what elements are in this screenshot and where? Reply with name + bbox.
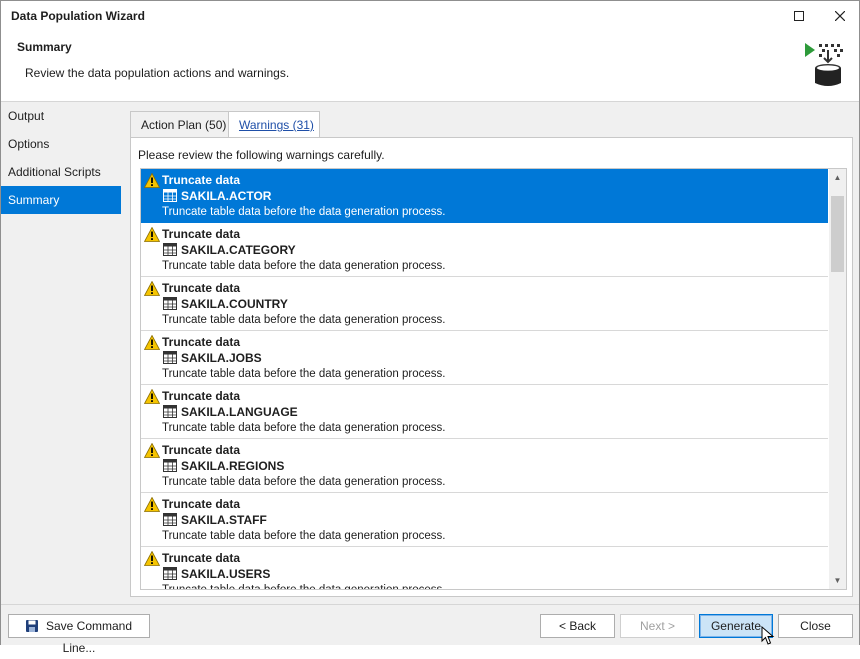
table-icon — [163, 459, 177, 472]
save-icon — [25, 620, 38, 632]
warnings-note: Please review the following warnings car… — [138, 148, 385, 162]
sidebar-item-options[interactable]: Options — [1, 130, 121, 158]
close-button[interactable]: Close — [778, 614, 853, 638]
close-window-button[interactable] — [821, 1, 859, 31]
main-content: Action Plan (50) Warnings (31) Please re… — [122, 102, 859, 602]
warning-title: Truncate data — [162, 443, 241, 457]
sidebar-item-summary[interactable]: Summary — [1, 186, 121, 214]
table-icon — [163, 189, 177, 202]
warning-title: Truncate data — [162, 281, 241, 295]
warning-table-name: SAKILA.REGIONS — [181, 459, 285, 473]
warning-row[interactable]: Truncate data SAKILA.CATEGORY Truncate tab… — [141, 223, 828, 277]
data-generation-icon — [805, 43, 843, 86]
table-icon — [163, 567, 177, 580]
page-title: Summary — [17, 40, 72, 54]
warnings-list[interactable]: Truncate data SAKILA.ACTOR Truncate table … — [140, 168, 847, 590]
warning-row[interactable]: Truncate data SAKILA.ACTOR Truncate table … — [141, 169, 828, 223]
warning-title: Truncate data — [162, 497, 241, 511]
wizard-window: Data Population Wizard Summary Review th… — [0, 0, 860, 655]
save-command-line-label: Save Command Line... — [45, 619, 133, 655]
warning-description: Truncate table data before the data gene… — [162, 422, 446, 434]
table-icon — [163, 513, 177, 526]
scroll-down-arrow-icon[interactable]: ▼ — [829, 572, 846, 589]
wizard-steps-sidebar: Output Options Additional Scripts Summar… — [1, 102, 121, 602]
warning-icon — [144, 281, 160, 296]
scrollbar-thumb[interactable] — [831, 196, 844, 272]
warning-title: Truncate data — [162, 335, 241, 349]
tab-action-plan[interactable]: Action Plan (50) — [130, 111, 230, 138]
maximize-icon — [794, 11, 804, 21]
window-title: Data Population Wizard — [11, 9, 145, 23]
warning-table-name: SAKILA.LANGUAGE — [181, 405, 298, 419]
next-button[interactable]: Next > — [620, 614, 695, 638]
warning-icon — [144, 551, 160, 566]
warning-row[interactable]: Truncate data SAKILA.USERS Truncate table … — [141, 547, 828, 590]
warning-title: Truncate data — [162, 173, 241, 187]
warning-table-name: SAKILA.STAFF — [181, 513, 267, 527]
maximize-button[interactable] — [780, 1, 818, 31]
sidebar-item-output[interactable]: Output — [1, 102, 121, 130]
warning-title: Truncate data — [162, 227, 241, 241]
warnings-scrollbar[interactable]: ▲ ▼ — [829, 169, 846, 589]
warning-row[interactable]: Truncate data SAKILA.LANGUAGE Truncate tab… — [141, 385, 828, 439]
wizard-footer: Save Command Line... < Back Next > Gener… — [1, 604, 859, 655]
warning-description: Truncate table data before the data gene… — [162, 476, 446, 488]
warning-table-name: SAKILA.ACTOR — [181, 189, 272, 203]
warning-icon — [144, 497, 160, 512]
back-button[interactable]: < Back — [540, 614, 615, 638]
warning-icon — [144, 335, 160, 350]
warning-description: Truncate table data before the data gene… — [162, 314, 446, 326]
save-command-line-button[interactable]: Save Command Line... — [8, 614, 150, 655]
warning-title: Truncate data — [162, 389, 241, 403]
warning-row[interactable]: Truncate data SAKILA.STAFF Truncate table … — [141, 493, 828, 547]
warning-row[interactable]: Truncate data SAKILA.REGIONS Truncate tabl… — [141, 439, 828, 493]
warning-icon — [144, 227, 160, 242]
warning-row[interactable]: Truncate data SAKILA.JOBS Truncate table d… — [141, 331, 828, 385]
warning-title: Truncate data — [162, 551, 241, 565]
table-icon — [163, 297, 177, 310]
page-subtitle: Review the data population actions and w… — [25, 66, 290, 80]
warning-description: Truncate table data before the data gene… — [162, 530, 446, 542]
warning-row[interactable]: Truncate data SAKILA.COUNTRY Truncate tabl… — [141, 277, 828, 331]
table-icon — [163, 243, 177, 256]
warning-table-name: SAKILA.COUNTRY — [181, 297, 288, 311]
mouse-cursor-icon — [761, 626, 775, 645]
warning-description: Truncate table data before the data gene… — [162, 260, 446, 272]
title-bar: Data Population Wizard — [1, 1, 859, 31]
warning-table-name: SAKILA.JOBS — [181, 351, 262, 365]
tab-warnings-label: Warnings (31) — [239, 118, 314, 132]
table-icon — [163, 351, 177, 364]
warnings-panel: Please review the following warnings car… — [130, 137, 853, 597]
warning-table-name: SAKILA.CATEGORY — [181, 243, 296, 257]
tab-action-plan-label: Action Plan (50) — [141, 118, 227, 132]
warning-icon — [144, 173, 160, 188]
warnings-rows: Truncate data SAKILA.ACTOR Truncate table … — [141, 169, 828, 590]
scroll-up-arrow-icon[interactable]: ▲ — [829, 169, 846, 186]
close-icon — [835, 11, 845, 21]
warning-icon — [144, 389, 160, 404]
warning-description: Truncate table data before the data gene… — [162, 206, 446, 218]
table-icon — [163, 405, 177, 418]
page-header: Summary Review the data population actio… — [1, 31, 859, 102]
warning-description: Truncate table data before the data gene… — [162, 368, 446, 380]
warning-description: Truncate table data before the data gene… — [162, 584, 446, 590]
tab-warnings[interactable]: Warnings (31) — [228, 111, 320, 139]
warning-icon — [144, 443, 160, 458]
warning-table-name: SAKILA.USERS — [181, 567, 271, 581]
sidebar-item-additional-scripts[interactable]: Additional Scripts — [1, 158, 121, 186]
